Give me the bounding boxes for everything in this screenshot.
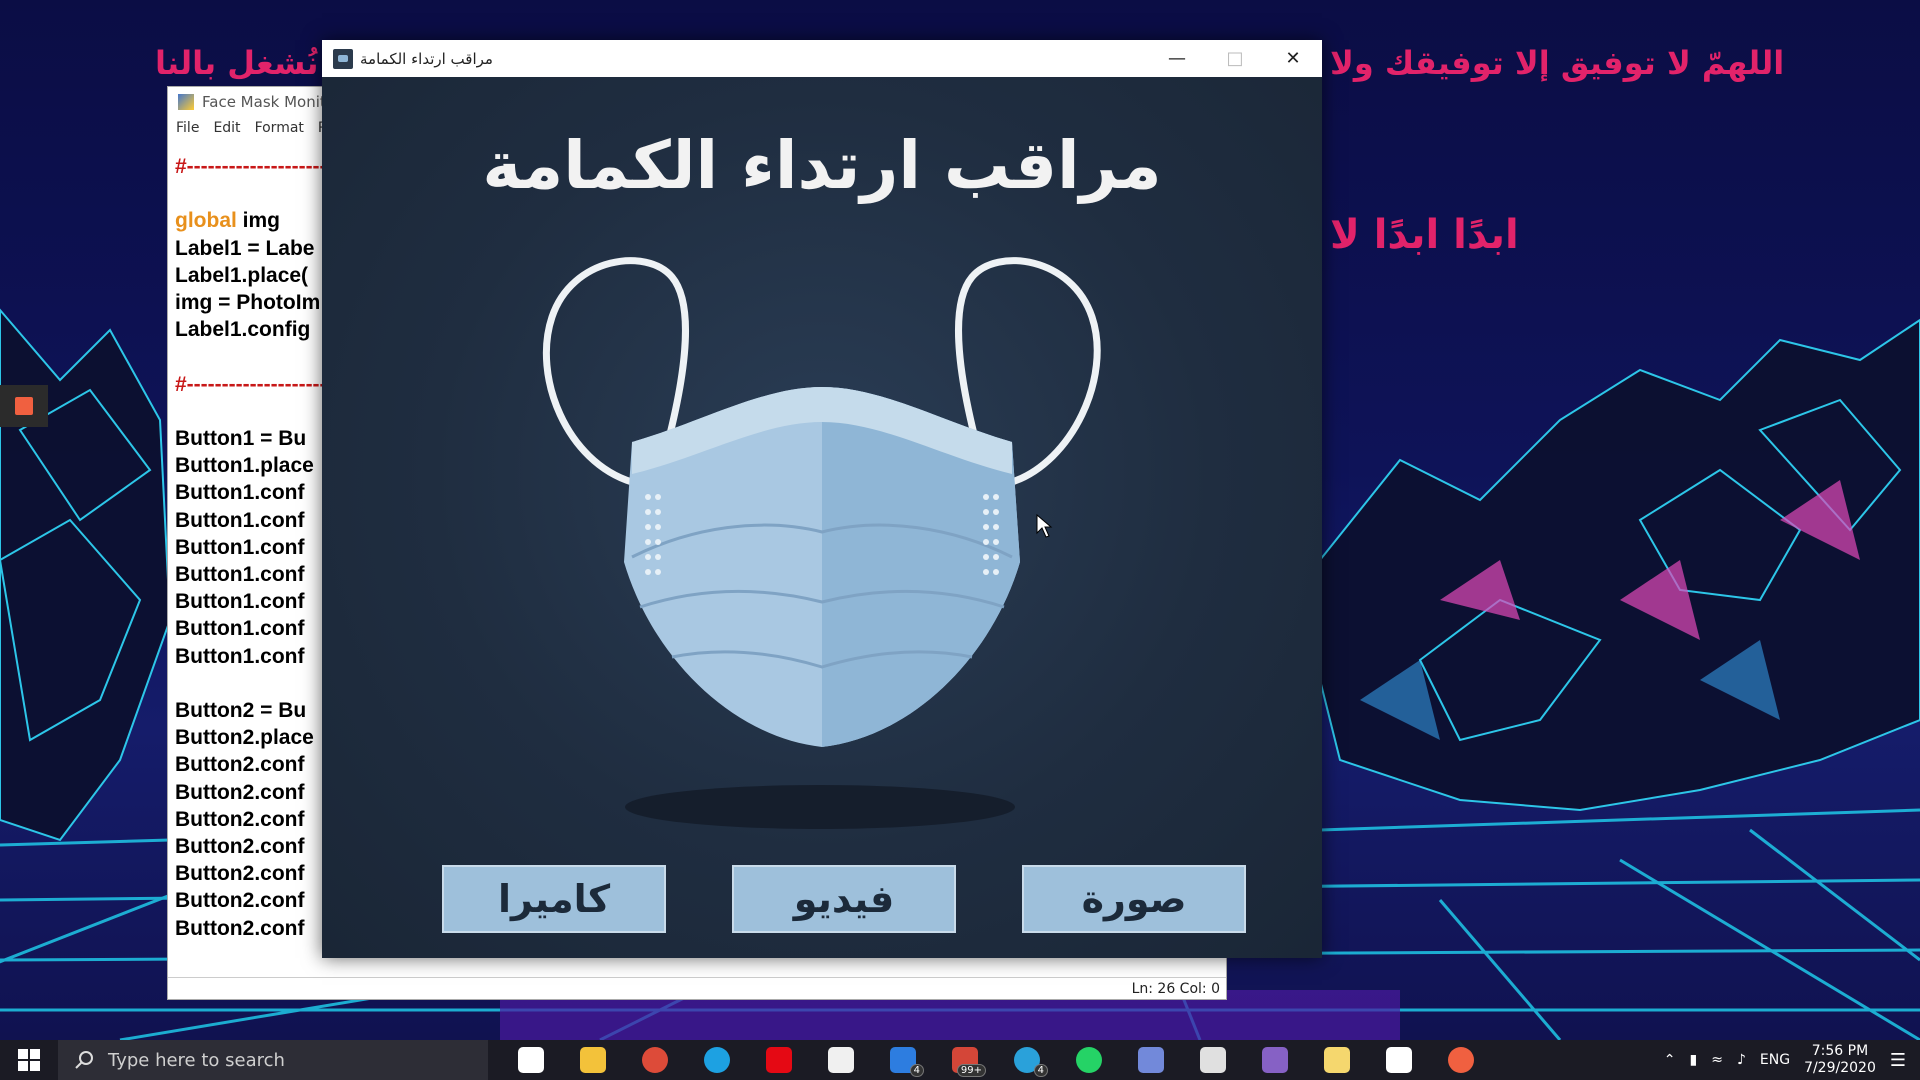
video-button[interactable]: فيديو [732,865,956,933]
app-content: مراقب ارتداء الكمامة كاميرا فيديو صورة [322,77,1322,958]
taskbar: Type here to search 4 99+ 4 ⌃ ▮ ≈ ♪ ENG 7:… [0,1040,1920,1080]
task-view-icon[interactable] [500,1040,562,1080]
app-titlebar[interactable]: مراقب ارتداء الكمامة — □ ✕ [322,40,1322,77]
face-mask-app-window[interactable]: مراقب ارتداء الكمامة — □ ✕ مراقب ارتداء … [322,40,1322,958]
notification-badge: 4 [909,1064,924,1077]
search-icon [75,1051,93,1069]
menu-edit[interactable]: Edit [213,120,240,136]
unity-icon[interactable] [1368,1040,1430,1080]
close-button[interactable]: ✕ [1264,40,1322,77]
unity-glyph [1386,1047,1412,1073]
system-tray: ⌃ ▮ ≈ ♪ ENG 7:56 PM 7/29/2020 ☰ [1664,1040,1920,1080]
edge-icon[interactable] [686,1040,748,1080]
desktop-banner-right: اللهمّ لا توفيق إلا توفيقك ولا [1330,44,1785,82]
discord-icon[interactable] [1120,1040,1182,1080]
volume-icon[interactable]: ♪ [1737,1052,1746,1068]
netflix-icon[interactable] [748,1040,810,1080]
chevron-up-icon[interactable]: ⌃ [1664,1052,1676,1068]
editor-statusbar: Ln: 26 Col: 0 [168,977,1226,999]
app-heading: مراقب ارتداء الكمامة [482,127,1162,204]
image-button[interactable]: صورة [1022,865,1246,933]
chrome-icon[interactable] [624,1040,686,1080]
battery-icon[interactable]: ▮ [1690,1052,1698,1068]
notification-badge: 4 [1033,1064,1048,1077]
visual-studio-glyph [1262,1047,1288,1073]
file-explorer-glyph [580,1047,606,1073]
app-window-icon [333,48,353,69]
python-icon[interactable] [1182,1040,1244,1080]
taskbar-search-box[interactable]: Type here to search [58,1040,488,1080]
maximize-button[interactable]: □ [1206,40,1264,77]
camera-button[interactable]: كاميرا [442,865,666,933]
taskbar-pinned-apps: 4 99+ 4 [500,1040,1492,1080]
minimize-button[interactable]: — [1148,40,1206,77]
python-glyph [1200,1047,1226,1073]
desktop-banner-left: نُشغل بالنا [155,44,319,82]
visual-studio-icon[interactable] [1244,1040,1306,1080]
task-view-glyph [518,1047,544,1073]
window-controls: — □ ✕ [1148,40,1322,77]
edge-glyph [704,1047,730,1073]
clock[interactable]: 7:56 PM 7/29/2020 [1804,1043,1876,1077]
idle-glyph [1324,1047,1350,1073]
mail-icon[interactable]: 4 [872,1040,934,1080]
idle-icon[interactable] [1306,1040,1368,1080]
clock-time: 7:56 PM [1811,1043,1869,1059]
screen-recorder-icon[interactable] [1430,1040,1492,1080]
store-glyph [828,1047,854,1073]
gmail-icon[interactable]: 99+ [934,1040,996,1080]
clock-date: 7/29/2020 [1804,1060,1876,1076]
windows-logo-icon [18,1049,40,1071]
editor-title: Face Mask Monito [202,93,335,111]
whatsapp-icon[interactable] [1058,1040,1120,1080]
telegram-icon[interactable]: 4 [996,1040,1058,1080]
wifi-icon[interactable]: ≈ [1711,1052,1723,1068]
screen-recorder-glyph [1448,1047,1474,1073]
python-file-icon [178,94,194,110]
desktop-banner-second: ابدًا ابدًا لا [1330,212,1519,258]
start-button[interactable] [0,1040,58,1080]
store-icon[interactable] [810,1040,872,1080]
discord-glyph [1138,1047,1164,1073]
whatsapp-glyph [1076,1047,1102,1073]
menu-file[interactable]: File [176,120,199,136]
notification-badge: 99+ [956,1064,986,1077]
notifications-icon[interactable]: ☰ [1890,1050,1906,1071]
search-placeholder: Type here to search [108,1049,285,1071]
language-indicator[interactable]: ENG [1760,1052,1790,1068]
face-mask-illustration [542,257,1101,829]
app-window-title: مراقب ارتداء الكمامة [360,49,493,68]
menu-format[interactable]: Format [255,120,304,136]
chrome-glyph [642,1047,668,1073]
screen-record-indicator[interactable] [0,385,48,427]
file-explorer-icon[interactable] [562,1040,624,1080]
netflix-glyph [766,1047,792,1073]
